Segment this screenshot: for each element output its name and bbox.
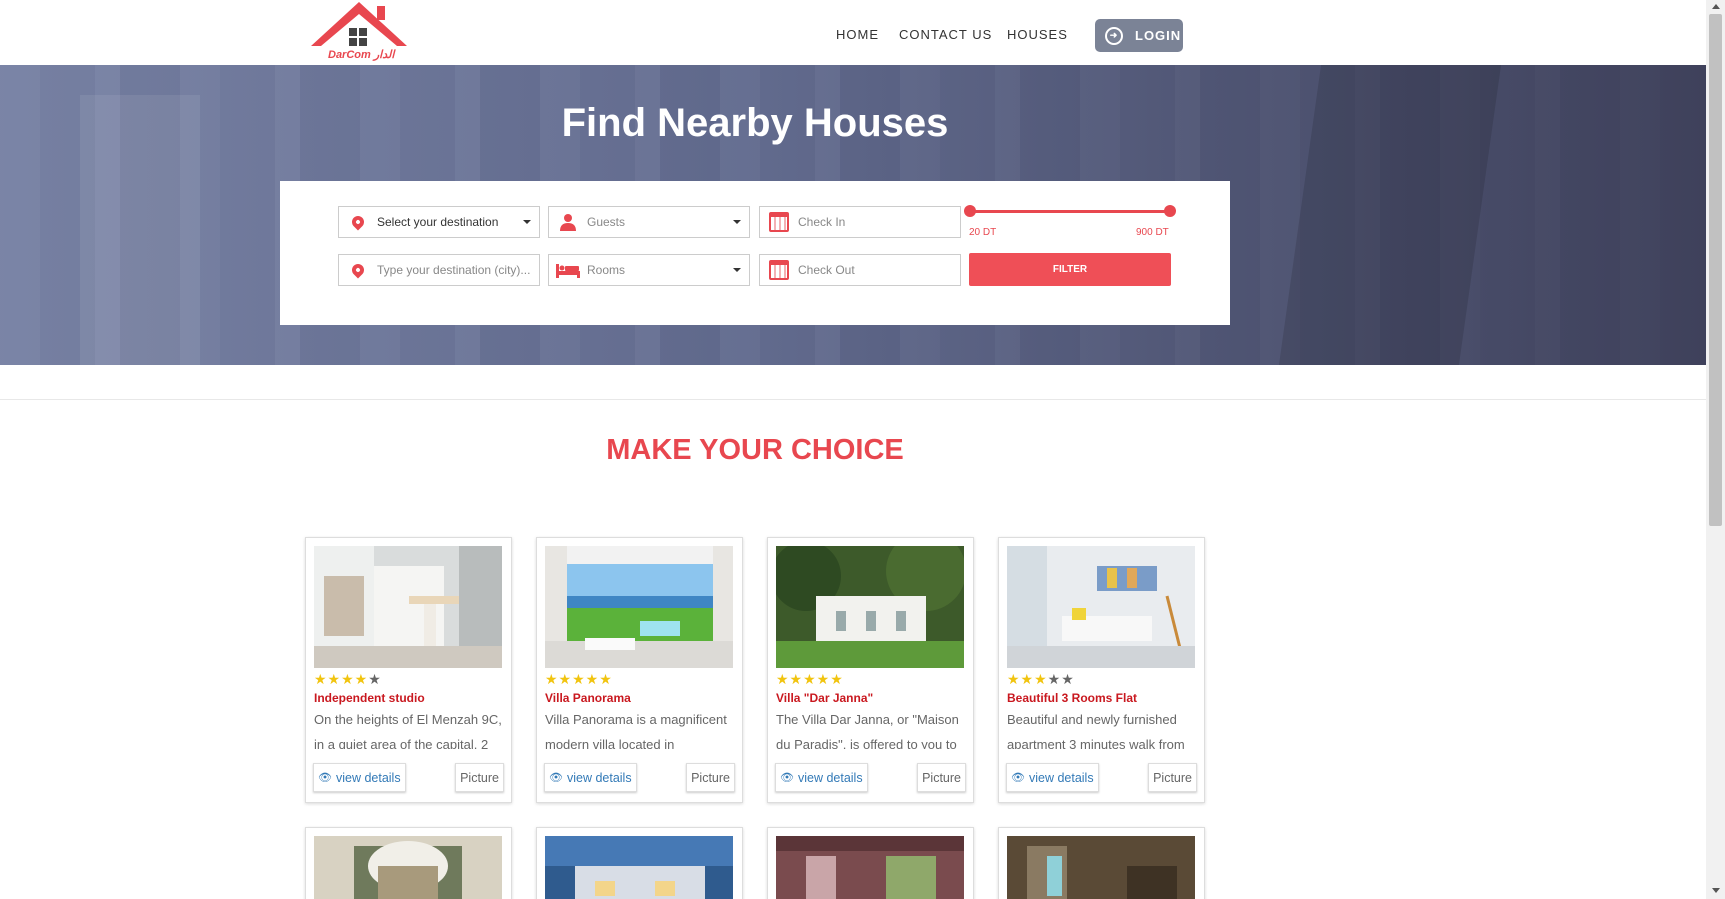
- section-title: MAKE YOUR CHOICE: [606, 434, 904, 466]
- card-description: On the heights of El Menzah 9C, in a qui…: [314, 712, 502, 749]
- check-out-input[interactable]: Check Out: [759, 254, 961, 286]
- check-in-input[interactable]: Check In: [759, 206, 961, 238]
- eye-icon: 👁: [318, 772, 332, 784]
- scroll-down-arrow-icon[interactable]: [1712, 888, 1720, 893]
- view-details-label: view details: [566, 770, 632, 785]
- house-photo[interactable]: [314, 836, 502, 899]
- rooms-select[interactable]: Rooms: [548, 254, 750, 286]
- view-details-label: view details: [797, 770, 863, 785]
- bed-icon: [556, 264, 580, 278]
- check-out-placeholder: Check Out: [798, 263, 855, 277]
- card-description: Beautiful and newly furnished apartment …: [1007, 712, 1185, 749]
- house-photo[interactable]: [545, 546, 733, 668]
- house-card: ★★★★★ Independent studio On the heights …: [305, 537, 512, 803]
- logo-text: DarCom الدار: [328, 49, 395, 61]
- location-pin-icon: [349, 261, 367, 279]
- picture-button[interactable]: Picture: [917, 763, 966, 792]
- view-details-label: view details: [1028, 770, 1094, 785]
- house-photo[interactable]: [1007, 836, 1195, 899]
- card-title[interactable]: Beautiful 3 Rooms Flat: [1007, 691, 1137, 705]
- calendar-icon: [769, 260, 789, 280]
- eye-icon: 👁: [780, 772, 794, 784]
- house-card: [998, 827, 1205, 899]
- price-range-slider[interactable]: [970, 210, 1170, 213]
- picture-button[interactable]: Picture: [455, 763, 504, 792]
- house-card: ★★★★★ Villa Panorama Villa Panorama is a…: [536, 537, 743, 803]
- rating-stars: ★★★★★: [1007, 671, 1075, 687]
- login-icon: ➜: [1105, 26, 1123, 45]
- house-card: [536, 827, 743, 899]
- house-photo[interactable]: [545, 836, 733, 899]
- login-button[interactable]: ➜ LOGIN: [1095, 19, 1183, 52]
- price-min-label: 20 DT: [969, 227, 997, 238]
- scrollbar-thumb[interactable]: [1709, 14, 1722, 526]
- check-in-placeholder: Check In: [798, 215, 846, 229]
- scroll-up-arrow-icon[interactable]: [1712, 4, 1720, 9]
- top-navbar: DarCom الدار HOME CONTACT US HOUSES ➜ LO…: [0, 0, 1706, 65]
- card-title[interactable]: Independent studio: [314, 691, 425, 705]
- view-details-button[interactable]: 👁 view details: [775, 763, 868, 792]
- house-photo[interactable]: [776, 546, 964, 668]
- house-card: ★★★★★ Villa "Dar Janna" The Villa Dar Ja…: [767, 537, 974, 803]
- section-divider: [0, 399, 1706, 400]
- house-card: ★★★★★ Beautiful 3 Rooms Flat Beautiful a…: [998, 537, 1205, 803]
- hero-title: Find Nearby Houses: [561, 101, 949, 145]
- chevron-down-icon: [523, 220, 531, 224]
- house-card: [767, 827, 974, 899]
- view-details-button[interactable]: 👁 view details: [1006, 763, 1099, 792]
- filter-button[interactable]: FILTER: [969, 253, 1171, 286]
- card-title[interactable]: Villa Panorama: [545, 691, 631, 705]
- guests-select-value: Guests: [587, 215, 626, 229]
- eye-icon: 👁: [1011, 772, 1025, 784]
- picture-button[interactable]: Picture: [1148, 763, 1197, 792]
- price-min-handle[interactable]: [964, 205, 976, 217]
- location-pin-icon: [349, 213, 367, 231]
- rooms-select-value: Rooms: [587, 263, 626, 277]
- login-label: LOGIN: [1135, 28, 1182, 43]
- nav-contact-us[interactable]: CONTACT US: [899, 27, 992, 42]
- destination-input[interactable]: Type your destination (city)...: [338, 254, 540, 286]
- page-scrollbar[interactable]: [1706, 0, 1725, 899]
- guests-select[interactable]: Guests: [548, 206, 750, 238]
- price-max-handle[interactable]: [1164, 205, 1176, 217]
- house-photo[interactable]: [314, 546, 502, 668]
- rating-stars: ★★★★★: [776, 671, 844, 687]
- picture-button[interactable]: Picture: [686, 763, 735, 792]
- view-details-label: view details: [335, 770, 401, 785]
- eye-icon: 👁: [549, 772, 563, 784]
- destination-input-placeholder: Type your destination (city)...: [377, 263, 531, 277]
- rating-stars: ★★★★★: [545, 671, 613, 687]
- price-max-label: 900 DT: [1136, 227, 1169, 238]
- rating-stars: ★★★★★: [314, 671, 382, 687]
- chevron-down-icon: [733, 268, 741, 272]
- card-description: Villa Panorama is a magnificent modern v…: [545, 712, 727, 749]
- user-icon: [560, 214, 576, 231]
- calendar-icon: [769, 212, 789, 232]
- nav-houses[interactable]: HOUSES: [1007, 27, 1068, 42]
- card-description: The Villa Dar Janna, or "Maison du Parad…: [776, 712, 959, 749]
- house-card: [305, 827, 512, 899]
- card-title[interactable]: Villa "Dar Janna": [776, 691, 873, 705]
- view-details-button[interactable]: 👁 view details: [313, 763, 406, 792]
- house-photo[interactable]: [776, 836, 964, 899]
- chevron-down-icon: [733, 220, 741, 224]
- view-details-button[interactable]: 👁 view details: [544, 763, 637, 792]
- nav-home[interactable]: HOME: [836, 27, 879, 42]
- destination-select-value: Select your destination: [377, 215, 499, 229]
- destination-select[interactable]: Select your destination: [338, 206, 540, 238]
- house-photo[interactable]: [1007, 546, 1195, 668]
